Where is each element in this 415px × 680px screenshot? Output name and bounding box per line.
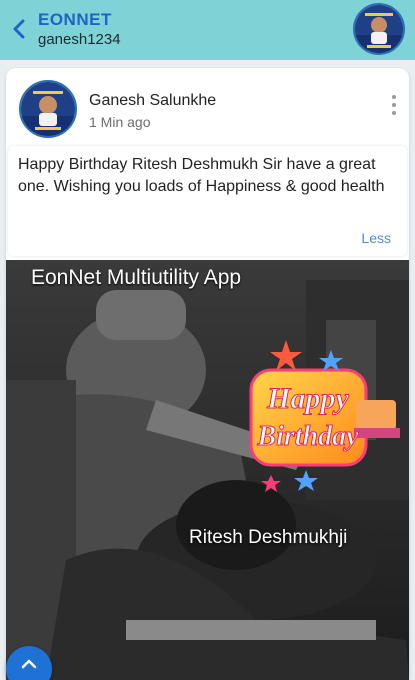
birthday-photo: Happy Birthday <box>6 260 409 680</box>
image-caption-title: EonNet Multiutility App <box>31 266 242 289</box>
image-caption-name: Ritesh Deshmukhji <box>189 527 348 548</box>
back-button[interactable] <box>8 14 30 44</box>
post-message-text: Happy Birthday Ritesh Deshmukh Sir have … <box>18 156 385 195</box>
post-author-name[interactable]: Ganesh Salunkhe <box>89 92 216 110</box>
post-image[interactable]: Happy Birthday EonNet Multiutility App R… <box>6 260 409 680</box>
author-avatar-image <box>21 82 75 136</box>
top-app-bar: EONNET ganesh1234 <box>0 0 415 60</box>
badge-happy-text: Happy <box>266 382 349 415</box>
more-vertical-icon <box>392 95 396 99</box>
post-timestamp: 1 Min ago <box>89 114 151 130</box>
badge-birthday-text: Birthday <box>256 421 359 452</box>
chevron-up-icon <box>21 659 37 669</box>
post-options-button[interactable] <box>387 92 401 118</box>
post-message-box: Happy Birthday Ritesh Deshmukh Sir have … <box>8 146 407 256</box>
author-avatar[interactable] <box>19 80 77 138</box>
avatar-image <box>355 5 403 53</box>
app-logo-text: EONNET <box>38 10 112 29</box>
profile-avatar[interactable] <box>353 3 405 55</box>
chevron-left-icon <box>13 19 25 39</box>
username-label: ganesh1234 <box>38 31 121 48</box>
show-less-link[interactable]: Less <box>361 230 391 246</box>
post-card: Ganesh Salunkhe 1 Min ago Happy Birthday… <box>6 68 409 680</box>
